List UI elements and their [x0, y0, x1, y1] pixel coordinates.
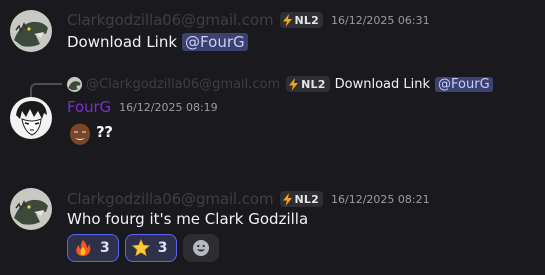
lightning-bolt-icon	[282, 13, 293, 27]
reply-guild-tag: NL2	[286, 76, 330, 92]
username[interactable]: Clarkgodzilla06@gmail.com	[67, 11, 274, 29]
username[interactable]: Clarkgodzilla06@gmail.com	[67, 190, 274, 208]
avatar-godzilla[interactable]	[10, 188, 52, 230]
reaction-count: 3	[100, 240, 110, 256]
reply-text: Download Link	[334, 76, 431, 92]
message-text: Who fourg it's me Clark Godzilla	[67, 210, 309, 228]
smiley-add-reaction-icon	[192, 240, 209, 256]
avatar-fourg[interactable]	[10, 97, 52, 139]
reaction-count: 3	[157, 240, 168, 256]
star-emoji-icon	[131, 239, 150, 257]
reply-avatar	[67, 76, 82, 92]
reaction-star[interactable]: 3	[124, 234, 177, 262]
message-1: Clarkgodzilla06@gmail.com NL2 16/12/2025…	[0, 0, 545, 62]
reply-username[interactable]: @Clarkgodzilla06@gmail.com	[86, 77, 280, 92]
timestamp: 16/12/2025 08:21	[331, 192, 430, 206]
reply-preview[interactable]: @Clarkgodzilla06@gmail.com NL2 Download …	[67, 75, 493, 93]
timestamp: 16/12/2025 06:31	[331, 13, 430, 27]
fire-emoji-icon	[74, 239, 92, 257]
guild-tag[interactable]: NL2	[279, 191, 324, 207]
username[interactable]: FourG	[67, 98, 111, 116]
message-text: Download Link	[67, 33, 178, 51]
message-2: FourG 16/12/2025 08:19 ??	[0, 95, 545, 170]
user-mention[interactable]: @FourG	[182, 33, 248, 51]
guild-tag[interactable]: NL2	[279, 12, 324, 28]
message-text: ??	[96, 123, 113, 141]
lightning-bolt-icon	[288, 77, 299, 91]
reactions-bar: 3 3	[67, 234, 219, 262]
lightning-bolt-icon	[282, 192, 293, 206]
add-reaction-button[interactable]	[182, 234, 219, 262]
guild-tag-label: NL2	[294, 13, 320, 27]
custom-face-emoji[interactable]	[67, 119, 93, 145]
godzilla-avatar-image	[10, 188, 52, 230]
fourg-avatar-image	[10, 97, 52, 139]
timestamp: 16/12/2025 08:19	[119, 100, 218, 114]
reply-mention[interactable]: @FourG	[435, 76, 493, 92]
avatar-godzilla[interactable]	[10, 10, 52, 52]
reply-guild-tag-label: NL2	[301, 77, 326, 91]
godzilla-avatar-image	[10, 10, 52, 52]
reaction-fire[interactable]: 3	[67, 234, 119, 262]
guild-tag-label: NL2	[294, 192, 320, 206]
